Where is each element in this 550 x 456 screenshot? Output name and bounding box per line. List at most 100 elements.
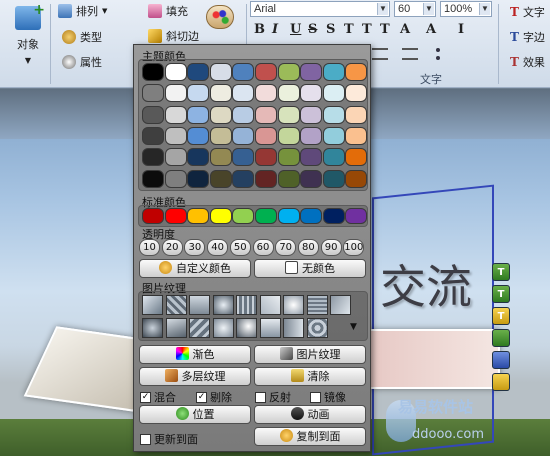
theme-color-swatch[interactable] (322, 105, 345, 124)
texture-thumbnail[interactable] (283, 295, 304, 315)
theme-color-swatch[interactable] (232, 126, 255, 145)
theme-color-swatch[interactable] (277, 126, 300, 145)
texture-thumbnail[interactable] (212, 295, 234, 315)
theme-color-swatch[interactable] (142, 63, 164, 81)
palette-icon[interactable] (206, 5, 234, 29)
standard-color-swatch[interactable] (232, 208, 255, 224)
theme-color-swatch[interactable] (142, 126, 164, 145)
standard-color-swatch[interactable] (322, 208, 345, 224)
mirror-checkbox[interactable]: 镜像 (310, 389, 346, 405)
theme-color-swatch[interactable] (300, 126, 323, 145)
theme-color-swatch[interactable] (187, 84, 210, 103)
theme-color-swatch[interactable] (164, 126, 187, 145)
theme-color-swatch[interactable] (164, 84, 187, 103)
theme-color-swatch[interactable] (142, 105, 164, 124)
theme-color-swatch[interactable] (209, 126, 232, 145)
standard-color-swatch[interactable] (277, 208, 300, 224)
theme-color-swatch[interactable] (322, 169, 345, 188)
texture-thumbnail[interactable] (142, 295, 163, 315)
down-arrow-button[interactable] (492, 351, 510, 369)
theme-color-swatch[interactable] (209, 169, 232, 188)
theme-color-swatch[interactable] (232, 148, 255, 167)
move-z-button[interactable]: T (492, 307, 510, 325)
copy-to-face-button[interactable]: 复制到面 (254, 427, 366, 446)
theme-color-swatch[interactable] (232, 169, 255, 188)
transparency-button[interactable]: 80 (297, 239, 319, 256)
theme-color-swatch[interactable] (232, 63, 255, 81)
object-button[interactable]: + 对象 ▼ (6, 2, 50, 65)
blend-checkbox[interactable]: ✓ 混合 (140, 389, 176, 405)
standard-color-swatch[interactable] (345, 208, 368, 224)
zoom-select[interactable]: 100% ▼ (440, 1, 492, 17)
update-to-face-checkbox[interactable]: 更新到面 (140, 431, 198, 447)
font-name-select[interactable]: Arial ▼ (250, 1, 390, 17)
theme-color-swatch[interactable] (255, 105, 277, 124)
theme-color-swatch[interactable] (277, 84, 300, 103)
transparency-button[interactable]: 20 (161, 239, 183, 256)
texture-thumbnail[interactable] (165, 295, 187, 315)
property-button[interactable]: 属性 (62, 54, 102, 70)
theme-color-swatch[interactable] (209, 105, 232, 124)
theme-color-swatch[interactable] (300, 63, 323, 81)
italic-button[interactable]: I (272, 22, 278, 37)
theme-color-swatch[interactable] (209, 148, 232, 167)
theme-color-swatch[interactable] (255, 169, 277, 188)
chevron-down-icon[interactable]: ▼ (350, 322, 357, 332)
texture-thumbnail[interactable] (142, 318, 163, 338)
superscript-button[interactable]: T (362, 22, 372, 37)
theme-color-swatch[interactable] (322, 148, 345, 167)
texture-thumbnail[interactable] (259, 295, 281, 315)
cull-checkbox[interactable]: ✓ 剔除 (196, 389, 232, 405)
strikethrough-button[interactable]: S (308, 22, 317, 37)
align-icon[interactable] (372, 48, 388, 60)
texture-thumbnail[interactable] (212, 318, 234, 338)
animation-button[interactable]: 动画 (254, 405, 366, 424)
theme-color-swatch[interactable] (255, 148, 277, 167)
theme-color-swatch[interactable] (164, 169, 187, 188)
rotate-button[interactable] (492, 329, 510, 347)
highlight-button[interactable]: A (426, 22, 436, 37)
multi-texture-button[interactable]: 多层纹理 (139, 367, 251, 386)
text-style-button[interactable]: T (344, 22, 354, 37)
texture-thumbnail[interactable] (330, 295, 351, 315)
cursor-button[interactable]: I (458, 22, 464, 37)
theme-color-swatch[interactable] (322, 84, 345, 103)
theme-color-swatch[interactable] (164, 148, 187, 167)
theme-color-swatch[interactable] (300, 105, 323, 124)
transparency-button[interactable]: 30 (184, 239, 206, 256)
texture-thumbnail[interactable] (306, 318, 328, 338)
texture-thumbnail[interactable] (236, 295, 257, 315)
theme-color-swatch[interactable] (187, 148, 210, 167)
effect-button[interactable]: T 效果 (510, 54, 545, 70)
type-button[interactable]: 类型 (62, 29, 102, 45)
theme-color-swatch[interactable] (142, 84, 164, 103)
fill-button[interactable]: 填充 (148, 3, 188, 19)
theme-color-swatch[interactable] (187, 169, 210, 188)
texture-thumbnail[interactable] (189, 318, 210, 338)
clear-button[interactable]: 清除 (254, 367, 366, 386)
transparency-button[interactable]: 50 (229, 239, 251, 256)
theme-color-swatch[interactable] (345, 84, 368, 103)
theme-color-swatch[interactable] (345, 148, 368, 167)
bold-button[interactable]: B (254, 22, 265, 37)
reflect-checkbox[interactable]: 反射 (255, 389, 291, 405)
theme-color-swatch[interactable] (300, 84, 323, 103)
theme-color-swatch[interactable] (255, 126, 277, 145)
picture-texture-button[interactable]: 图片纹理 (254, 345, 366, 364)
standard-color-swatch[interactable] (209, 208, 232, 224)
font-color-button[interactable]: A (400, 22, 410, 37)
text-button[interactable]: T 文字 (510, 4, 545, 20)
theme-color-swatch[interactable] (277, 148, 300, 167)
transparency-button[interactable]: 40 (207, 239, 229, 256)
no-color-button[interactable]: 无颜色 (254, 259, 366, 278)
list-icon[interactable] (436, 48, 456, 60)
move-y-button[interactable]: T (492, 285, 510, 303)
theme-color-swatch[interactable] (277, 63, 300, 81)
transparency-button[interactable]: 90 (320, 239, 342, 256)
standard-color-swatch[interactable] (300, 208, 323, 224)
gradient-button[interactable]: 渐色 (139, 345, 251, 364)
transparency-button[interactable]: 10 (139, 239, 160, 256)
theme-color-swatch[interactable] (232, 84, 255, 103)
move-x-button[interactable]: T (492, 263, 510, 281)
theme-color-swatch[interactable] (255, 84, 277, 103)
